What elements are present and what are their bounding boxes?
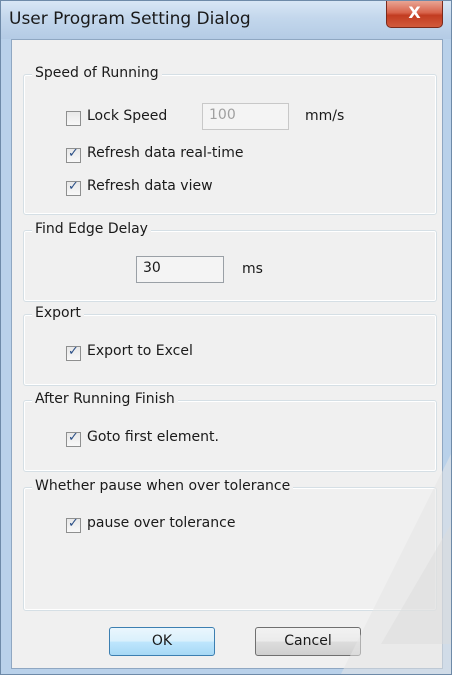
export-group-title: Export	[32, 305, 84, 321]
goto-first-box[interactable]: ✓	[66, 430, 81, 447]
edge-delay-unit: ms	[242, 261, 263, 277]
pause-over-label: pause over tolerance	[87, 515, 236, 531]
finish-group: After Running Finish ✓ Goto first elemen…	[23, 391, 437, 472]
speed-group: Speed of Running Lock Speed 100 mm/s ✓ R…	[23, 65, 437, 215]
pause-group: Whether pause when over tolerance ✓ paus…	[23, 478, 437, 611]
check-icon: ✓	[68, 344, 79, 359]
refresh-realtime-box[interactable]: ✓	[66, 146, 81, 163]
cancel-button[interactable]: Cancel	[255, 627, 361, 656]
refresh-view-label: Refresh data view	[87, 178, 213, 194]
dialog-window: User Program Setting Dialog X Speed of R…	[0, 0, 452, 675]
speed-unit: mm/s	[305, 108, 345, 124]
edge-delay-input[interactable]: 30	[136, 256, 224, 283]
export-group: Export ✓ Export to Excel	[23, 305, 437, 386]
check-icon: ✓	[68, 146, 79, 161]
export-excel-box[interactable]: ✓	[66, 344, 81, 361]
lock-speed-box[interactable]	[66, 111, 81, 126]
refresh-view-box[interactable]: ✓	[66, 179, 81, 196]
window-title: User Program Setting Dialog	[9, 9, 251, 29]
finish-group-title: After Running Finish	[32, 391, 178, 407]
goto-first-label: Goto first element.	[87, 429, 219, 445]
edge-delay-group-title: Find Edge Delay	[32, 221, 151, 237]
close-button[interactable]: X	[386, 1, 443, 28]
export-excel-label: Export to Excel	[87, 343, 193, 359]
ok-button[interactable]: OK	[109, 627, 215, 656]
check-icon: ✓	[68, 430, 79, 445]
speed-group-title: Speed of Running	[32, 65, 162, 81]
title-bar[interactable]: User Program Setting Dialog X	[1, 1, 451, 39]
pause-over-box[interactable]: ✓	[66, 516, 81, 533]
refresh-realtime-label: Refresh data real-time	[87, 145, 244, 161]
edge-delay-group: Find Edge Delay 30 ms	[23, 221, 437, 302]
speed-input[interactable]: 100	[202, 103, 289, 130]
pause-group-title: Whether pause when over tolerance	[32, 478, 294, 494]
check-icon: ✓	[68, 179, 79, 194]
check-icon: ✓	[68, 516, 79, 531]
close-icon: X	[408, 3, 421, 22]
lock-speed-label: Lock Speed	[87, 108, 168, 124]
